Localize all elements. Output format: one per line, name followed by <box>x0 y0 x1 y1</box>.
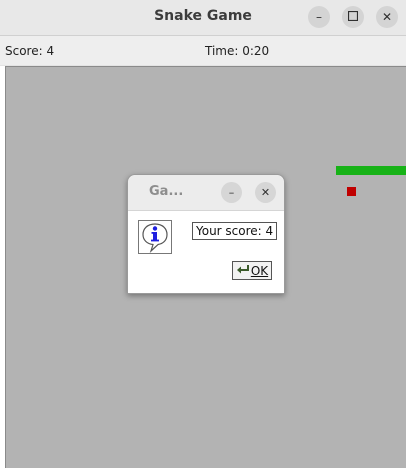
time-label: Time: 0:20 <box>205 44 270 58</box>
title-bar[interactable]: Snake Game – ✕ <box>0 0 406 36</box>
close-icon: ✕ <box>381 10 393 24</box>
close-icon: ✕ <box>260 186 271 199</box>
ok-label: OK <box>250 263 269 278</box>
snake-body <box>336 166 406 175</box>
snake-game-window: Snake Game – ✕ Score: 4 Time: 0:20 Ga...… <box>0 0 406 468</box>
dialog-minimize-button[interactable]: – <box>221 182 242 203</box>
minimize-icon: – <box>316 10 322 24</box>
game-over-dialog: Ga... – ✕ Your score: 4 OK <box>127 174 285 294</box>
close-button[interactable]: ✕ <box>376 6 398 28</box>
minimize-icon: – <box>228 186 235 199</box>
dialog-body: Your score: 4 OK <box>128 211 284 293</box>
info-icon <box>138 220 172 254</box>
food-pellet <box>347 187 356 196</box>
maximize-button[interactable] <box>342 6 364 28</box>
maximize-icon <box>347 10 359 23</box>
dialog-title: Ga... <box>149 184 184 199</box>
dialog-close-button[interactable]: ✕ <box>255 182 276 203</box>
score-label: Score: 4 <box>5 44 55 58</box>
dialog-title-bar[interactable]: Ga... – ✕ <box>128 175 284 211</box>
score-message: Your score: 4 <box>192 222 278 240</box>
ok-button[interactable]: OK <box>232 261 272 280</box>
status-bar: Score: 4 Time: 0:20 <box>0 36 406 65</box>
minimize-button[interactable]: – <box>308 6 330 28</box>
check-arrow-icon <box>236 264 249 278</box>
